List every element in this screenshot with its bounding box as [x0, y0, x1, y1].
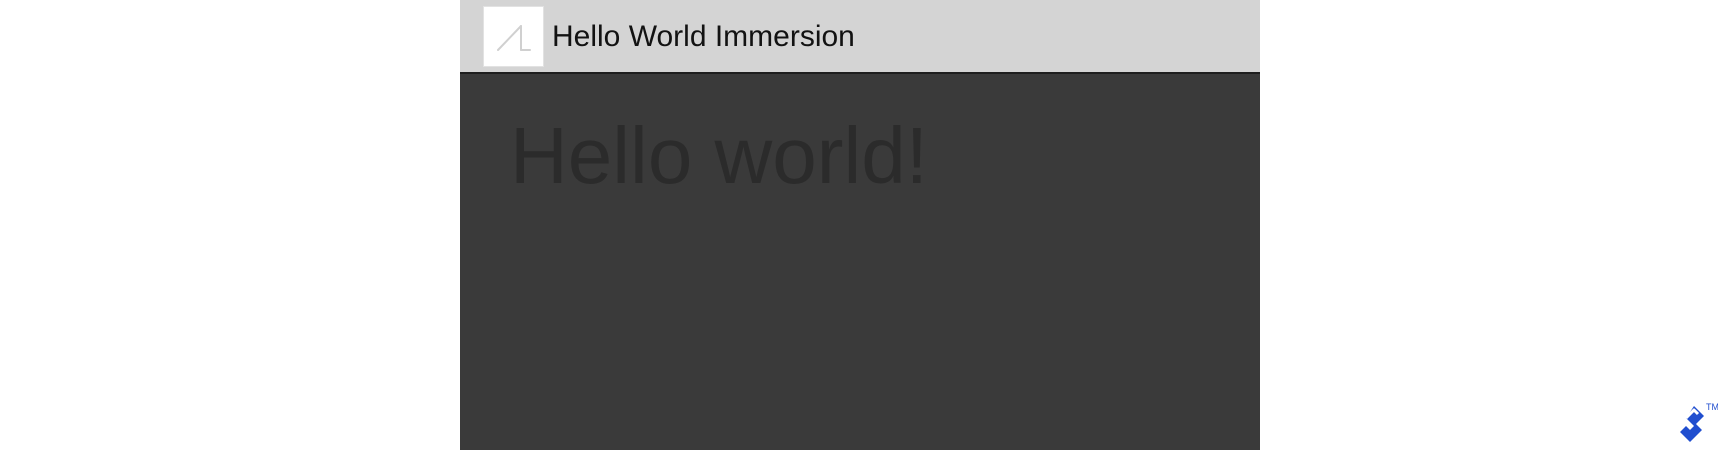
toptal-logo-icon: TM — [1672, 400, 1718, 448]
action-bar: Hello World Immersion — [460, 0, 1260, 74]
glass-app-icon[interactable] — [484, 7, 543, 66]
glass-app-icon-graphic — [497, 25, 531, 51]
hello-world-text: Hello world! — [510, 111, 928, 200]
app-title: Hello World Immersion — [552, 20, 855, 53]
toptal-logo-graphic: TM — [1680, 402, 1718, 442]
trademark-label: TM — [1706, 402, 1718, 412]
screenshot-stage: Hello World Immersion Hello world! TM — [0, 0, 1720, 450]
content-area: Hello world! — [460, 74, 1260, 450]
device-screen: Hello World Immersion Hello world! — [460, 0, 1260, 450]
